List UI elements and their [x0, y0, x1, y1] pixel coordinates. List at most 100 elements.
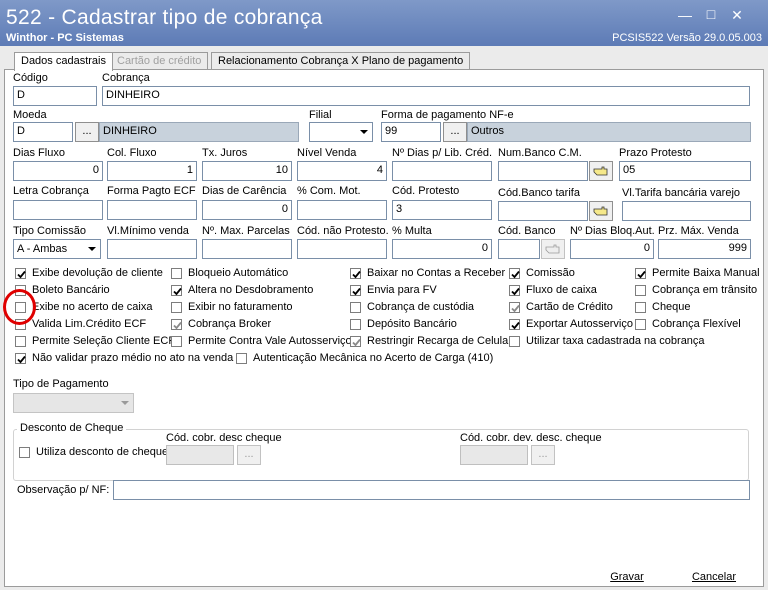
checkbox-box[interactable] — [15, 268, 26, 279]
close-icon[interactable]: ✕ — [728, 6, 746, 24]
checkbox-box[interactable] — [509, 285, 520, 296]
dias-fluxo-label: Dias Fluxo — [13, 147, 65, 159]
dias-fluxo-field[interactable]: 0 — [13, 161, 103, 181]
tx-juros-field[interactable]: 10 — [202, 161, 292, 181]
prazo-protesto-field[interactable]: 05 — [619, 161, 751, 181]
check-icon — [17, 270, 26, 279]
maximize-icon[interactable]: □ — [702, 5, 720, 23]
col-fluxo-field[interactable]: 1 — [107, 161, 197, 181]
codigo-field[interactable]: D — [13, 86, 97, 106]
checkbox-label: Exibe no acerto de caixa — [32, 301, 153, 313]
forma-nfe-search-button[interactable]: ... — [443, 122, 467, 142]
com-mot-field[interactable] — [297, 200, 387, 220]
forma-nfe-field[interactable]: 99 — [381, 122, 441, 142]
checkbox-box[interactable] — [171, 268, 182, 279]
checkbox-box[interactable] — [635, 319, 646, 330]
tipo-comissao-value: A - Ambas — [17, 243, 68, 255]
checkbox-box[interactable] — [236, 353, 247, 364]
checkbox-box[interactable] — [350, 268, 361, 279]
minimize-icon[interactable]: — — [676, 6, 694, 24]
checkbox-label: Permite Contra Vale Autosserviço — [188, 335, 352, 347]
tab-dados-cadastrais[interactable]: Dados cadastrais — [14, 52, 113, 71]
filial-select[interactable] — [309, 122, 373, 142]
gravar-button[interactable]: Gravar — [583, 568, 671, 590]
checkbox-label: Permite Seleção Cliente ECF — [32, 335, 176, 347]
checkbox-label: Valida Lim.Crédito ECF — [32, 318, 147, 330]
check-icon — [173, 321, 182, 330]
checkbox-box[interactable] — [509, 302, 520, 313]
cod-nao-protesto-field[interactable] — [297, 239, 387, 259]
nivel-venda-field[interactable]: 4 — [297, 161, 387, 181]
checkbox-box[interactable] — [509, 319, 520, 330]
checkbox-label: Altera no Desdobramento — [188, 284, 314, 296]
num-banco-search-button[interactable] — [589, 161, 613, 181]
checkbox-label: Restringir Recarga de Celular — [367, 335, 512, 347]
multa-field[interactable]: 0 — [392, 239, 492, 259]
checkbox-label: Exibe devolução de cliente — [32, 267, 163, 279]
tab-relacionamento[interactable]: Relacionamento Cobrança X Plano de pagam… — [211, 52, 471, 70]
tab-cartao-credito[interactable]: Cartão de crédito — [110, 52, 209, 70]
dias-bloq-label: Nº Dias Bloq.Aut. — [570, 225, 655, 237]
moeda-search-button[interactable]: ... — [75, 122, 99, 142]
checkbox-box[interactable] — [171, 336, 182, 347]
chevron-down-icon — [121, 401, 129, 405]
pointing-hand-icon — [545, 244, 560, 254]
cod-dev-cheque-field[interactable] — [460, 445, 528, 465]
cobranca-field[interactable]: DINHEIRO — [102, 86, 750, 106]
cod-banco-field[interactable] — [498, 239, 540, 259]
cod-banco-search-button[interactable] — [541, 239, 565, 259]
dias-lib-field[interactable] — [392, 161, 492, 181]
check-icon — [352, 338, 361, 347]
checkbox-label: Boleto Bancário — [32, 284, 110, 296]
checkbox-box[interactable] — [350, 336, 361, 347]
cancelar-button[interactable]: Cancelar — [670, 568, 758, 590]
vl-tarifa-field[interactable] — [622, 201, 751, 221]
checkbox-box[interactable] — [350, 285, 361, 296]
cod-banco-tarifa-label: Cód.Banco tarifa — [498, 187, 580, 199]
forma-nfe-label: Forma de pagamento NF-e — [381, 109, 514, 121]
forma-nfe-description: Outros — [467, 122, 751, 142]
checkbox-box[interactable] — [350, 302, 361, 313]
checkbox-box[interactable] — [15, 353, 26, 364]
checkbox-box[interactable] — [635, 302, 646, 313]
checkbox-box[interactable] — [635, 285, 646, 296]
cod-desc-cheque-field[interactable] — [166, 445, 234, 465]
checkbox-label: Baixar no Contas a Receber — [367, 267, 506, 279]
carencia-field[interactable]: 0 — [202, 200, 292, 220]
num-banco-label: Num.Banco C.M. — [498, 147, 582, 159]
dias-bloq-field[interactable]: 0 — [570, 239, 654, 259]
tipo-pagamento-select[interactable] — [13, 393, 134, 413]
cod-protesto-field[interactable]: 3 — [392, 200, 492, 220]
pointing-hand-icon — [593, 206, 608, 216]
checkbox-box[interactable] — [19, 447, 30, 458]
check-icon — [352, 270, 361, 279]
checkbox-box[interactable] — [509, 336, 520, 347]
vl-tarifa-label: Vl.Tarifa bancária varejo — [622, 187, 741, 199]
max-parcelas-field[interactable] — [202, 239, 292, 259]
banco-tarifa-search-button[interactable] — [589, 201, 613, 221]
cod-nao-protesto-label: Cód. não Protesto. — [297, 225, 389, 237]
forma-ecf-field[interactable] — [107, 200, 197, 220]
checkbox-box[interactable] — [15, 336, 26, 347]
tipo-comissao-select[interactable]: A - Ambas — [13, 239, 101, 259]
prz-max-label: Prz. Máx. Venda — [658, 225, 739, 237]
checkbox-box[interactable] — [635, 268, 646, 279]
col-fluxo-label: Col. Fluxo — [107, 147, 157, 159]
vl-minimo-field[interactable] — [107, 239, 197, 259]
checkbox-box[interactable] — [350, 319, 361, 330]
checkbox-box[interactable] — [171, 302, 182, 313]
checkbox-box[interactable] — [509, 268, 520, 279]
letra-cobranca-field[interactable] — [13, 200, 103, 220]
cod-banco-tarifa-field[interactable] — [498, 201, 588, 221]
checkbox-box[interactable] — [171, 285, 182, 296]
pointing-hand-icon — [593, 166, 608, 176]
cod-desc-cheque-search-button[interactable]: ... — [237, 445, 261, 465]
prz-max-field[interactable]: 999 — [658, 239, 751, 259]
moeda-field[interactable]: D — [13, 122, 73, 142]
observacao-field[interactable] — [113, 480, 750, 500]
num-banco-field[interactable] — [498, 161, 588, 181]
check-icon — [352, 287, 361, 296]
checkbox-box[interactable] — [171, 319, 182, 330]
cod-dev-cheque-search-button[interactable]: ... — [531, 445, 555, 465]
chevron-down-icon — [88, 247, 96, 251]
